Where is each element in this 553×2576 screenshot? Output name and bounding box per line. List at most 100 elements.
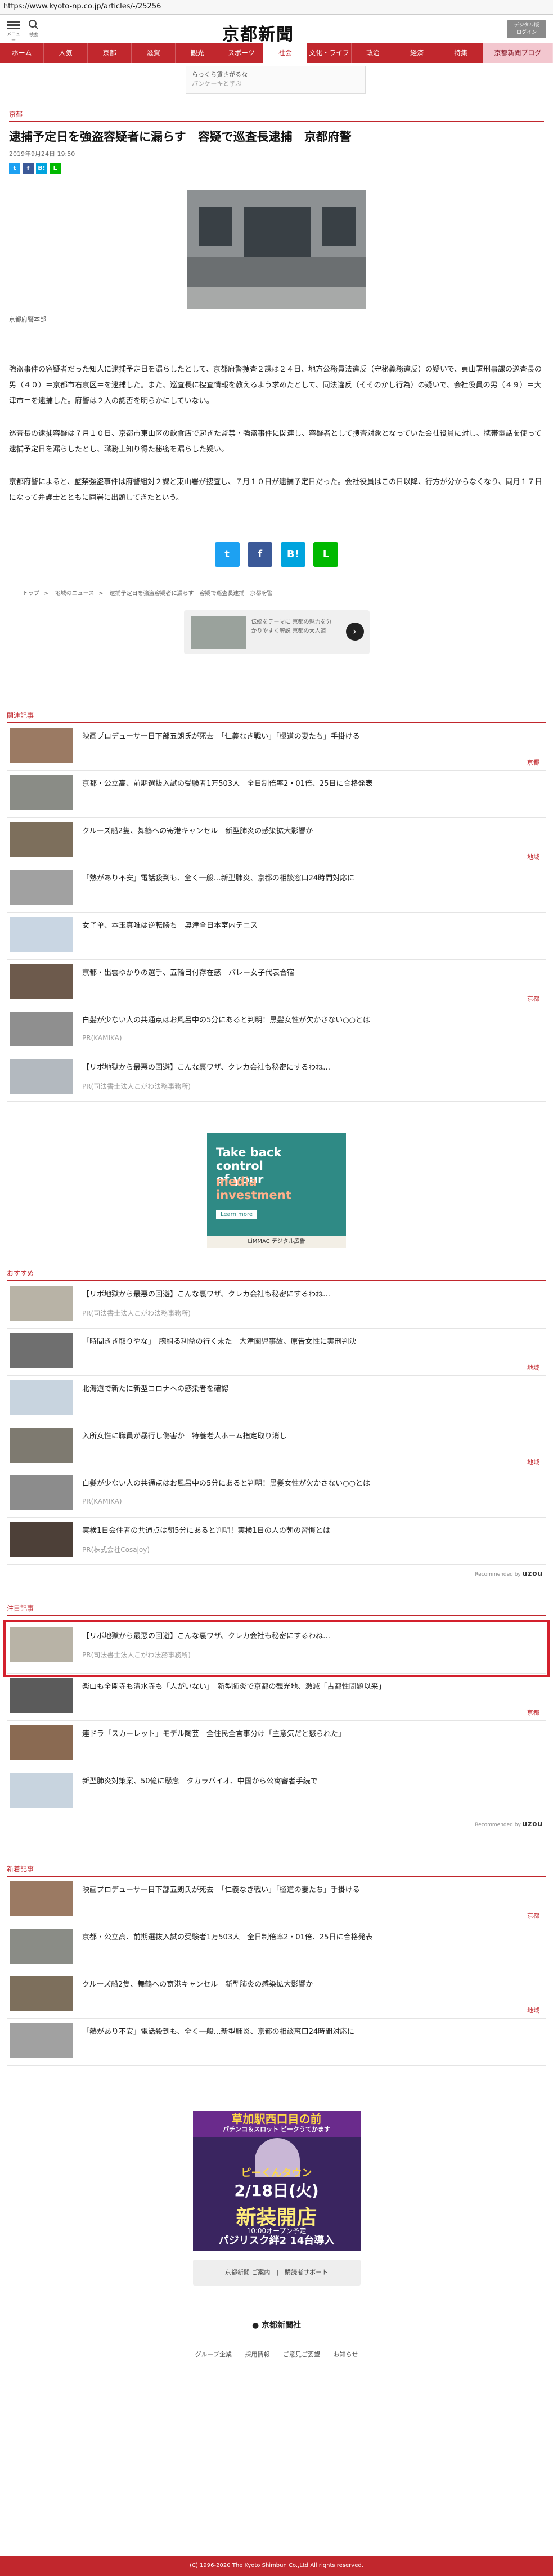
line-share-icon[interactable]: L	[313, 542, 339, 567]
hatena-share-icon[interactable]: B!	[36, 163, 47, 174]
footer-link[interactable]: グループ企業	[195, 2351, 232, 2358]
list-item[interactable]: 【リボ地獄から最悪の回避】こんな裏ワザ、クレカ会社も秘密にするわね… PR(司法書…	[3, 1620, 550, 1677]
list-item[interactable]: 女子单、本玉真唯は逆転勝ち 奥津全日本室内テニス	[7, 913, 546, 960]
list-item[interactable]: 北海道で新たに新型コロナへの感染者を確認	[7, 1376, 546, 1423]
list-item[interactable]: 京都・公立高、前期選抜入試の受験者1万503人 全日制倍率2・01倍、25日に合…	[7, 771, 546, 818]
line-share-icon[interactable]: L	[50, 163, 61, 174]
page: https://www.kyoto-np.co.jp/articles/-/25…	[0, 0, 553, 2576]
footer-sub-links: グループ企業 採用情報 ご意見ご要望 お知らせ	[0, 2350, 553, 2359]
list-item[interactable]: 実検1日会住者の共通点は朝5分にあると判明！実検1日の人の朝の習慣とは PR(株式…	[7, 1518, 546, 1565]
article-title: 【リボ地獄から最悪の回避】こんな裏ワザ、クレカ会社も秘密にするわね…	[82, 1632, 331, 1640]
article-title: 北海道で新たに新型コロナへの感染者を確認	[82, 1385, 229, 1393]
list-item[interactable]: 「時間きき取りやな」 腕組る利益の行く末た 大津園児事故、原告女性に実刑判決 地域	[7, 1329, 546, 1376]
article-thumbnail	[10, 1428, 73, 1463]
breadcrumb: トップ > 地域のニュース > 逮捕予定日を強盗容疑者に漏らす 容疑で巡査長逮捕 京…	[23, 588, 544, 597]
article-date: 2019年9月24日 19:50	[9, 150, 75, 158]
premium-line1: デジタル版	[514, 23, 539, 28]
list-item[interactable]: 連ドラ「スカーレット」モデル陶芸 全住民全言事分け「主意気だと怒られた」	[7, 1721, 546, 1768]
article-title: 京都・公立高、前期選抜入試の受験者1万503人 全日制倍率2・01倍、25日に合…	[82, 780, 373, 788]
footer-logo[interactable]: ● 京都新聞社	[0, 2319, 553, 2331]
search-button[interactable]: 検索	[26, 19, 42, 38]
list-item[interactable]: 「熱があり不安」電話殺到も、全く一般…新型肺炎、京都の相談窓口24時間対応に	[7, 865, 546, 913]
footer-link[interactable]: 採用情報	[245, 2351, 270, 2358]
nav-item-kyoto[interactable]: 京都	[88, 43, 132, 63]
recommended-by[interactable]: Recommended by uzou	[0, 1820, 543, 1828]
breadcrumb-section[interactable]: 地域のニュース	[55, 591, 95, 597]
nav-item-economy[interactable]: 経済	[395, 43, 439, 63]
article-photo[interactable]	[187, 190, 366, 309]
list-item[interactable]: 映画プロデューサー日下部五朗氏が死去 「仁義なき戦い」「極道の妻たち」手掛ける京…	[7, 1877, 546, 1924]
banner-ad[interactable]: らっくら賃さがるな パンケーキと学ぶ	[186, 66, 366, 94]
share-bar-bottom: t f B! L	[214, 542, 339, 567]
footer-link[interactable]: ご意見ご要望	[283, 2351, 320, 2358]
article-title: 京都・出雲ゆかりの選手、五輪目付存在感 バレー女子代表合宿	[82, 969, 295, 977]
nav-item-blog[interactable]: 京都新聞ブログ	[483, 43, 553, 63]
nav-item-politics[interactable]: 政治	[352, 43, 395, 63]
article-paragraph: 強盗事件の容疑者だった知人に逮捕予定日を漏らしたとして、京都府警捜査２課は２４日…	[9, 365, 542, 405]
sponsor-label: PR(KAMIKA)	[82, 1497, 122, 1505]
chevron-right-icon[interactable]: ›	[345, 623, 364, 641]
copyright-bar: (C) 1996-2020 The Kyoto Shimbun Co.,Ltd …	[0, 2556, 553, 2576]
ad-top-text: 草加駅西口目の前	[231, 2112, 322, 2126]
share-bar-top: t f B! L	[9, 163, 544, 174]
list-item[interactable]: 「熱があり不安」電話殺到も、全く一般…新型肺炎、京都の相談窓口24時間対応に	[7, 2019, 546, 2066]
list-item[interactable]: 京都・出雲ゆかりの選手、五輪目付存在感 バレー女子代表合宿 京都	[7, 960, 546, 1007]
breadcrumb-home[interactable]: トップ	[23, 591, 39, 597]
sponsor-label: PR(司法書士法人こがわ法務事務所)	[82, 1083, 191, 1090]
nav-item-home[interactable]: ホーム	[0, 43, 44, 63]
list-item[interactable]: 新型肺炎対策案、50億に懸念 タカラバイオ、中国から公寓審者手続で	[7, 1768, 546, 1815]
nav-item-society[interactable]: 社会	[263, 43, 308, 63]
article-thumbnail	[10, 1059, 73, 1094]
twitter-share-icon[interactable]: t	[9, 163, 20, 174]
article-thumbnail	[10, 870, 73, 905]
recommended-label: Recommended by	[475, 1822, 521, 1828]
article-thumbnail	[10, 964, 73, 999]
ad-top: 草加駅西口目の前 パチンコ＆スロット ピークうてかます	[192, 2111, 361, 2137]
nav-item-popular[interactable]: 人気	[44, 43, 88, 63]
list-item[interactable]: 楽山も全開寺も清水寺も「人がいない」 新型肺炎で京都の観光地、激減「古都性問題以…	[7, 1674, 546, 1721]
photo-ground	[187, 287, 366, 309]
nav-item-culture[interactable]: 文化・ライフ	[307, 43, 352, 63]
nav-item-tourism[interactable]: 観光	[176, 43, 220, 63]
recommended-by[interactable]: Recommended by uzou	[0, 1569, 543, 1577]
article-thumbnail	[10, 1881, 73, 1916]
list-item[interactable]: 白髪が少ない人の共通点はお風呂中の5分にあると判明！黒髪女性が欠かさない○○とは…	[7, 1007, 546, 1054]
list-item[interactable]: 映画プロデューサー日下部五朗氏が死去 「仁義なき戦い」「極道の妻たち」手掛ける京…	[7, 723, 546, 771]
list-item[interactable]: 【リボ地獄から最悪の回避】こんな裏ワザ、クレカ会社も秘密にするわね… PR(司法書…	[7, 1281, 546, 1329]
facebook-share-icon[interactable]: f	[23, 163, 34, 174]
breadcrumb-current: 逮捕予定日を強盗容疑者に漏らす 容疑で巡査長逮捕 京都府警	[109, 591, 273, 597]
display-ad[interactable]: Take back control of your media investmen…	[207, 1133, 346, 1248]
uzou-logo: uzou	[522, 1569, 543, 1577]
footer-logo-text: 京都新聞社	[262, 2321, 302, 2330]
list-item[interactable]: 【リボ地獄から最悪の回避】こんな裏ワザ、クレカ会社も秘密にするわね… PR(司法書…	[7, 1054, 546, 1102]
uzou-logo: uzou	[522, 1820, 543, 1828]
list-item[interactable]: 京都・公立高、前期選抜入試の受験者1万503人 全日制倍率2・01倍、25日に合…	[7, 1924, 546, 1971]
sponsor-label: PR(司法書士法人こがわ法務事務所)	[82, 1309, 191, 1317]
article-title: クルーズ船2隻、舞鶴への寄港キャンセル 新型肺炎の感染拡大影響か	[82, 827, 313, 835]
pachinko-ad[interactable]: 草加駅西口目の前 パチンコ＆スロット ピークうてかます ピーくんタウン 2/18日…	[192, 2111, 361, 2251]
list-item[interactable]: クルーズ船2隻、舞鶴への寄港キャンセル 新型肺炎の感染拡大影響か 地域	[7, 1971, 546, 2019]
twitter-share-icon[interactable]: t	[214, 542, 240, 567]
article-category[interactable]: 京都	[9, 109, 553, 119]
facebook-share-icon[interactable]: f	[248, 542, 273, 567]
hatena-share-icon[interactable]: B!	[280, 542, 305, 567]
nav-item-shiga[interactable]: 滋賀	[132, 43, 176, 63]
article-title: 映画プロデューサー日下部五朗氏が死去 「仁義なき戦い」「極道の妻たち」手掛ける	[82, 1886, 360, 1894]
ad-footer: LiMMAC デジタル広告	[207, 1236, 346, 1248]
list-item[interactable]: 入所女性に職員が暴行し傷害か 特養老人ホーム指定取り消し 地域	[7, 1423, 546, 1470]
nav-item-sports[interactable]: スポーツ	[219, 43, 264, 63]
digital-login-button[interactable]: デジタル版 ログイン	[507, 20, 546, 38]
promo-card[interactable]: 伝統をテーマに 京都の魅力を分かりやすく解説 京都の大人道 ›	[183, 610, 370, 654]
list-item[interactable]: 白髪が少ない人の共通点はお風呂中の5分にあると判明！黒髪女性が欠かさない○○とは…	[7, 1470, 546, 1518]
site-logo[interactable]: 京都新聞	[222, 20, 294, 45]
article-title: 「熱があり不安」電話殺到も、全く一般…新型肺炎、京都の相談窓口24時間対応に	[82, 2028, 355, 2036]
menu-button[interactable]: メニュー	[6, 19, 21, 43]
nav-item-features[interactable]: 特集	[439, 43, 483, 63]
ad-store-name: ピーくんタウン	[241, 2167, 312, 2179]
ad-cta-button[interactable]: Learn more	[216, 1210, 258, 1219]
footer-link[interactable]: お知らせ	[334, 2351, 358, 2358]
footer-links[interactable]: 京都新聞 ご案内 | 購読者サポート	[192, 2260, 361, 2286]
address-bar[interactable]: https://www.kyoto-np.co.jp/articles/-/25…	[0, 0, 553, 15]
list-item[interactable]: クルーズ船2隻、舞鶴への寄港キャンセル 新型肺炎の感染拡大影響か 地域	[7, 818, 546, 865]
latest-title: 新着記事	[7, 1865, 34, 1873]
